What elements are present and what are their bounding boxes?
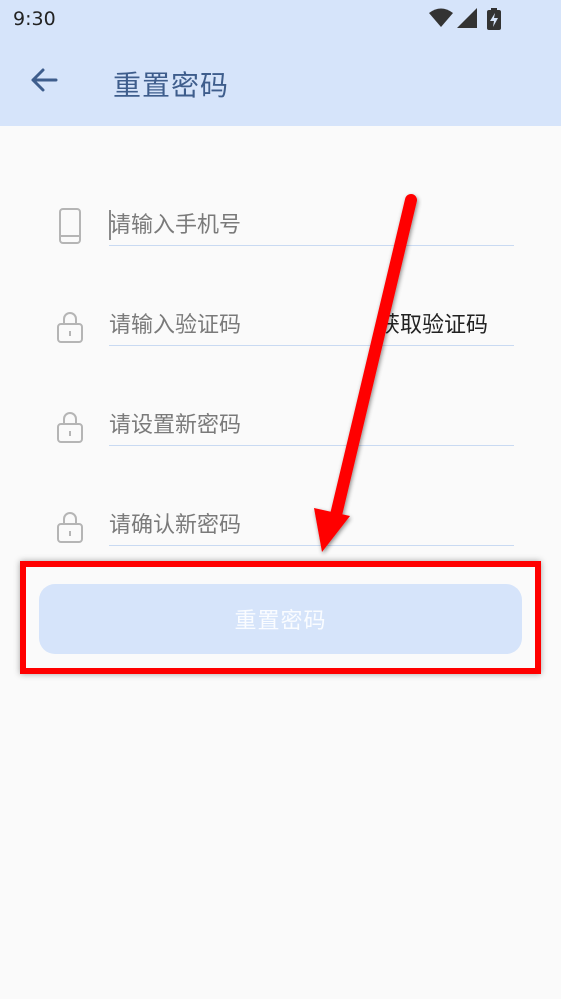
status-bar: 9:30 [0,0,561,38]
text-cursor [109,210,111,240]
new-password-input[interactable] [109,406,514,446]
status-time: 9:30 [13,8,56,30]
wifi-icon [429,8,453,27]
signal-icon [457,8,477,28]
get-verification-code-button[interactable]: 获取验证码 [378,307,488,339]
app-header: 9:30 重置密码 [0,0,561,126]
phone-input[interactable] [109,206,514,246]
lock-icon [57,512,83,543]
confirm-password-input[interactable] [109,506,514,546]
reset-password-button[interactable]: 重置密码 [39,584,522,654]
phone-icon [59,208,81,244]
new-password-field [0,396,561,496]
arrow-left-icon[interactable] [26,62,62,98]
lock-icon [57,412,83,443]
confirm-password-field [0,496,561,596]
verification-code-input[interactable] [109,306,379,346]
lock-icon [57,312,83,343]
code-underline [379,345,514,346]
phone-field [0,196,561,296]
battery-charging-icon [487,8,501,30]
page-title: 重置密码 [113,69,230,102]
